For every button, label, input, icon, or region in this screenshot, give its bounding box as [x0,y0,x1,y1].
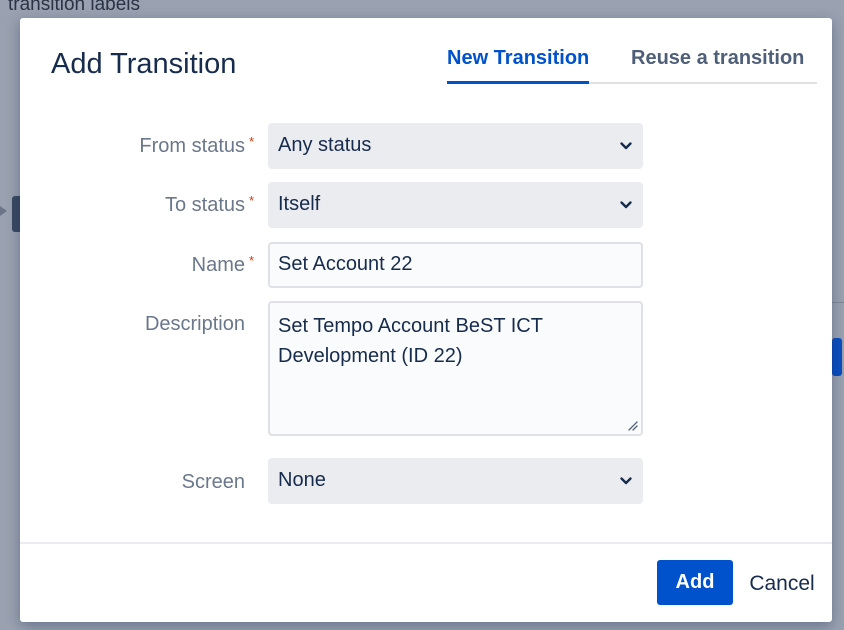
screen-select[interactable]: None [268,458,643,504]
required-marker: * [248,134,254,149]
background-arrow [0,206,7,216]
dialog-title: Add Transition [51,48,237,80]
required-marker: * [248,253,254,268]
name-label: Name * [191,253,254,277]
screen-label: Screen [181,471,245,493]
from-status-label-text: From status [139,135,245,157]
to-status-label-text: To status [164,194,245,216]
background-node-right [832,338,842,376]
name-value: Set Account 22 [278,253,413,275]
to-status-select[interactable]: Itself [268,182,643,228]
chevron-down-icon [620,477,632,485]
chevron-down-icon [620,201,632,209]
add-transition-dialog: Add Transition New Transition Reuse a tr… [20,18,832,622]
description-label: Description [144,313,245,335]
add-button[interactable]: Add [657,560,733,605]
cancel-button[interactable]: Cancel [742,560,822,605]
from-status-value: Any status [278,134,372,156]
required-marker: * [248,193,254,208]
name-input[interactable]: Set Account 22 [268,242,643,288]
background-page-title: transition labels [8,0,141,15]
resize-grip-icon[interactable] [626,419,638,431]
to-status-value: Itself [278,193,321,215]
description-value: Set Tempo Account BeST ICT Development (… [278,315,543,367]
background-divider [832,302,844,303]
screen-value: None [278,469,326,491]
dialog-tabs: New Transition Reuse a transition [447,46,817,84]
description-textarea[interactable]: Set Tempo Account BeST ICT Development (… [268,301,643,436]
tab-new-transition[interactable]: New Transition [447,47,590,84]
tab-reuse-transition[interactable]: Reuse a transition [631,47,804,78]
to-status-label: To status * [164,193,254,217]
from-status-select[interactable]: Any status [268,123,643,169]
chevron-down-icon [620,142,632,150]
name-label-text: Name [191,254,245,276]
from-status-label: From status * [139,134,254,158]
footer-divider [20,542,832,544]
